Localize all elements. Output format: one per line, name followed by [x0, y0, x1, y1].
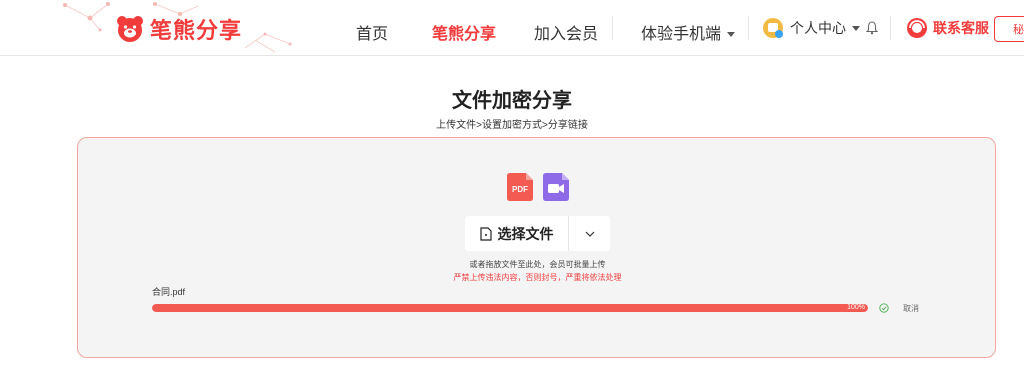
- contact-support-button[interactable]: 联系客服: [906, 17, 989, 39]
- user-center-menu[interactable]: 个人中心: [762, 17, 878, 39]
- nav-divider: [612, 16, 613, 40]
- caret-down-icon: [727, 32, 736, 38]
- nav-membership[interactable]: 加入会员: [534, 20, 598, 44]
- upload-progress-fill: 100%: [152, 304, 868, 312]
- select-file-label: 选择文件: [497, 225, 554, 242]
- chevron-down-icon: [585, 231, 594, 237]
- nav-share[interactable]: 笔熊分享: [432, 20, 496, 44]
- select-file-button[interactable]: 选择文件: [465, 216, 569, 251]
- drag-drop-hint: 或者拖放文件至此处，会员可批量上传: [469, 260, 606, 269]
- avatar-icon: [763, 18, 783, 38]
- page-title: 文件加密分享: [452, 90, 572, 112]
- caret-down-icon: [852, 25, 860, 31]
- nav-mobile-label: 体验手机端: [641, 26, 722, 43]
- upload-progress-bar: 100%: [152, 304, 868, 312]
- site-header: 笔熊分享 首页 笔熊分享 加入会员 体验手机端 个人中心 联系客服 秘: [0, 0, 1024, 56]
- side-tab-label: 秘: [1013, 24, 1024, 36]
- select-file-button-group: 选择文件: [465, 216, 610, 251]
- nav-divider: [748, 16, 749, 40]
- upload-progress-text: 100%: [847, 304, 865, 311]
- upload-dropzone[interactable]: PDF 选择文件 或者拖放文件至此处，会员可批量上传 严禁上传违法内容，否则封号…: [77, 137, 996, 358]
- check-circle-icon: [879, 303, 889, 313]
- bear-logo-icon: [117, 16, 143, 42]
- nav-divider: [890, 16, 891, 40]
- pdf-icon-label: PDF: [512, 185, 528, 194]
- pdf-icon: PDF: [507, 173, 533, 201]
- brand-name: 笔熊分享: [150, 18, 243, 43]
- file-type-icons: PDF: [507, 173, 569, 201]
- nav-home[interactable]: 首页: [356, 20, 388, 44]
- video-icon: [543, 173, 569, 201]
- bell-icon[interactable]: [866, 21, 878, 35]
- side-tab[interactable]: 秘: [994, 16, 1024, 42]
- contact-support-label: 联系客服: [933, 20, 989, 36]
- brand-logo[interactable]: 笔熊分享: [116, 13, 242, 45]
- file-icon: [479, 226, 492, 241]
- nav-mobile-dropdown[interactable]: 体验手机端: [641, 20, 736, 44]
- uploaded-file-name: 合同.pdf: [152, 287, 186, 297]
- user-center-label: 个人中心: [790, 20, 846, 36]
- upload-options-dropdown[interactable]: [569, 216, 610, 251]
- cancel-upload-button[interactable]: 取消: [903, 303, 919, 314]
- headset-icon: [907, 18, 927, 38]
- content-warning: 严禁上传违法内容，否则封号，严重将依法处理: [453, 273, 622, 282]
- steps-breadcrumb: 上传文件>设置加密方式>分享链接: [436, 120, 588, 131]
